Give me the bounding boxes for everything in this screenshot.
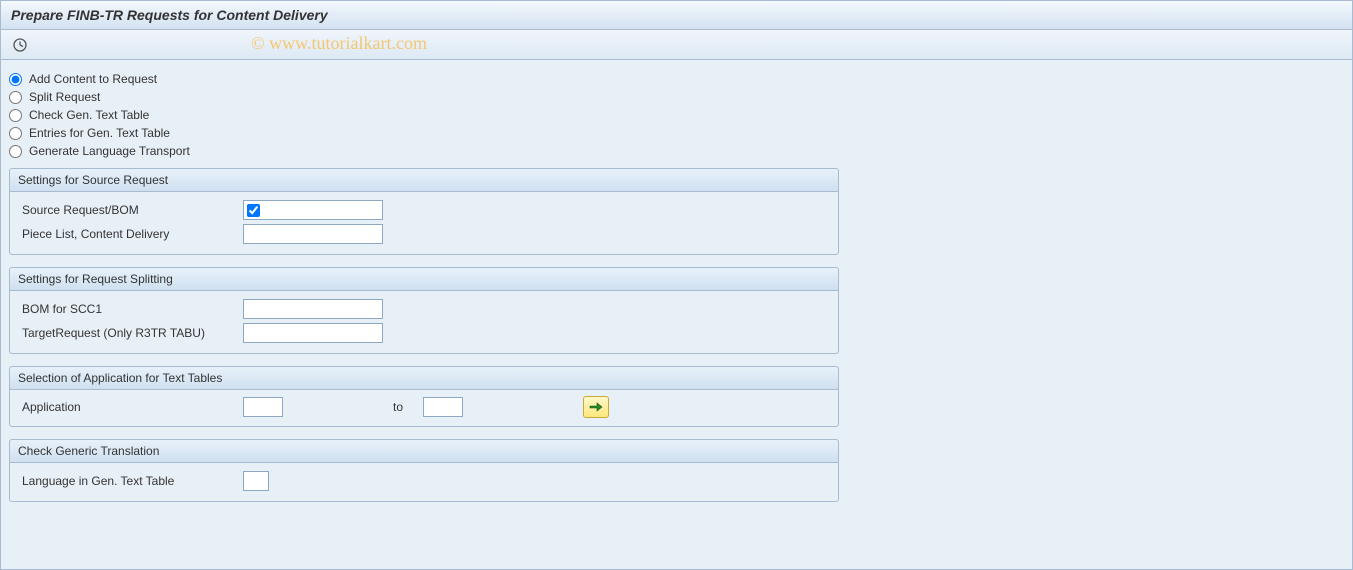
- piece-list-input[interactable]: [243, 224, 383, 244]
- group-body: Language in Gen. Text Table: [10, 463, 838, 501]
- application-from-input[interactable]: [243, 397, 283, 417]
- application-label: Application: [18, 400, 243, 414]
- app-window: Prepare FINB-TR Requests for Content Del…: [0, 0, 1353, 570]
- target-request-label: TargetRequest (Only R3TR TABU): [18, 326, 243, 340]
- radio-label: Generate Language Transport: [29, 144, 190, 158]
- group-application-selection: Selection of Application for Text Tables…: [9, 366, 839, 427]
- source-request-checkbox[interactable]: [247, 204, 260, 217]
- to-label: to: [393, 400, 403, 414]
- group-source-request: Settings for Source Request Source Reque…: [9, 168, 839, 255]
- content-area: Add Content to Request Split Request Che…: [1, 60, 1352, 524]
- group-header: Check Generic Translation: [10, 440, 838, 463]
- application-to-input[interactable]: [423, 397, 463, 417]
- radio-gen-lang-transport-input[interactable]: [9, 145, 22, 158]
- radio-label: Check Gen. Text Table: [29, 108, 149, 122]
- radio-entries-gen-text-input[interactable]: [9, 127, 22, 140]
- group-body: BOM for SCC1 TargetRequest (Only R3TR TA…: [10, 291, 838, 353]
- arrow-right-icon: [589, 401, 603, 413]
- radio-split-request[interactable]: Split Request: [9, 88, 1344, 106]
- radio-add-content[interactable]: Add Content to Request: [9, 70, 1344, 88]
- radio-label: Entries for Gen. Text Table: [29, 126, 170, 140]
- group-header: Settings for Source Request: [10, 169, 838, 192]
- multiple-selection-button[interactable]: [583, 396, 609, 418]
- source-request-label: Source Request/BOM: [18, 203, 243, 217]
- watermark: © www.tutorialkart.com: [251, 33, 427, 54]
- language-input[interactable]: [243, 471, 269, 491]
- group-request-splitting: Settings for Request Splitting BOM for S…: [9, 267, 839, 354]
- bom-scc1-label: BOM for SCC1: [18, 302, 243, 316]
- group-header: Settings for Request Splitting: [10, 268, 838, 291]
- action-radio-group: Add Content to Request Split Request Che…: [9, 70, 1344, 160]
- radio-add-content-input[interactable]: [9, 73, 22, 86]
- group-body: Application to: [10, 390, 838, 426]
- execute-icon[interactable]: [11, 36, 29, 54]
- group-check-translation: Check Generic Translation Language in Ge…: [9, 439, 839, 502]
- target-request-input[interactable]: [243, 323, 383, 343]
- piece-list-label: Piece List, Content Delivery: [18, 227, 243, 241]
- group-header: Selection of Application for Text Tables: [10, 367, 838, 390]
- radio-label: Add Content to Request: [29, 72, 157, 86]
- radio-split-request-input[interactable]: [9, 91, 22, 104]
- radio-label: Split Request: [29, 90, 100, 104]
- language-label: Language in Gen. Text Table: [18, 474, 243, 488]
- radio-check-gen-text[interactable]: Check Gen. Text Table: [9, 106, 1344, 124]
- group-body: Source Request/BOM Piece List, Content D…: [10, 192, 838, 254]
- radio-gen-lang-transport[interactable]: Generate Language Transport: [9, 142, 1344, 160]
- source-request-field[interactable]: [243, 200, 383, 220]
- titlebar: Prepare FINB-TR Requests for Content Del…: [1, 1, 1352, 30]
- page-title: Prepare FINB-TR Requests for Content Del…: [11, 7, 328, 23]
- bom-scc1-input[interactable]: [243, 299, 383, 319]
- toolbar: © www.tutorialkart.com: [1, 30, 1352, 60]
- radio-check-gen-text-input[interactable]: [9, 109, 22, 122]
- radio-entries-gen-text[interactable]: Entries for Gen. Text Table: [9, 124, 1344, 142]
